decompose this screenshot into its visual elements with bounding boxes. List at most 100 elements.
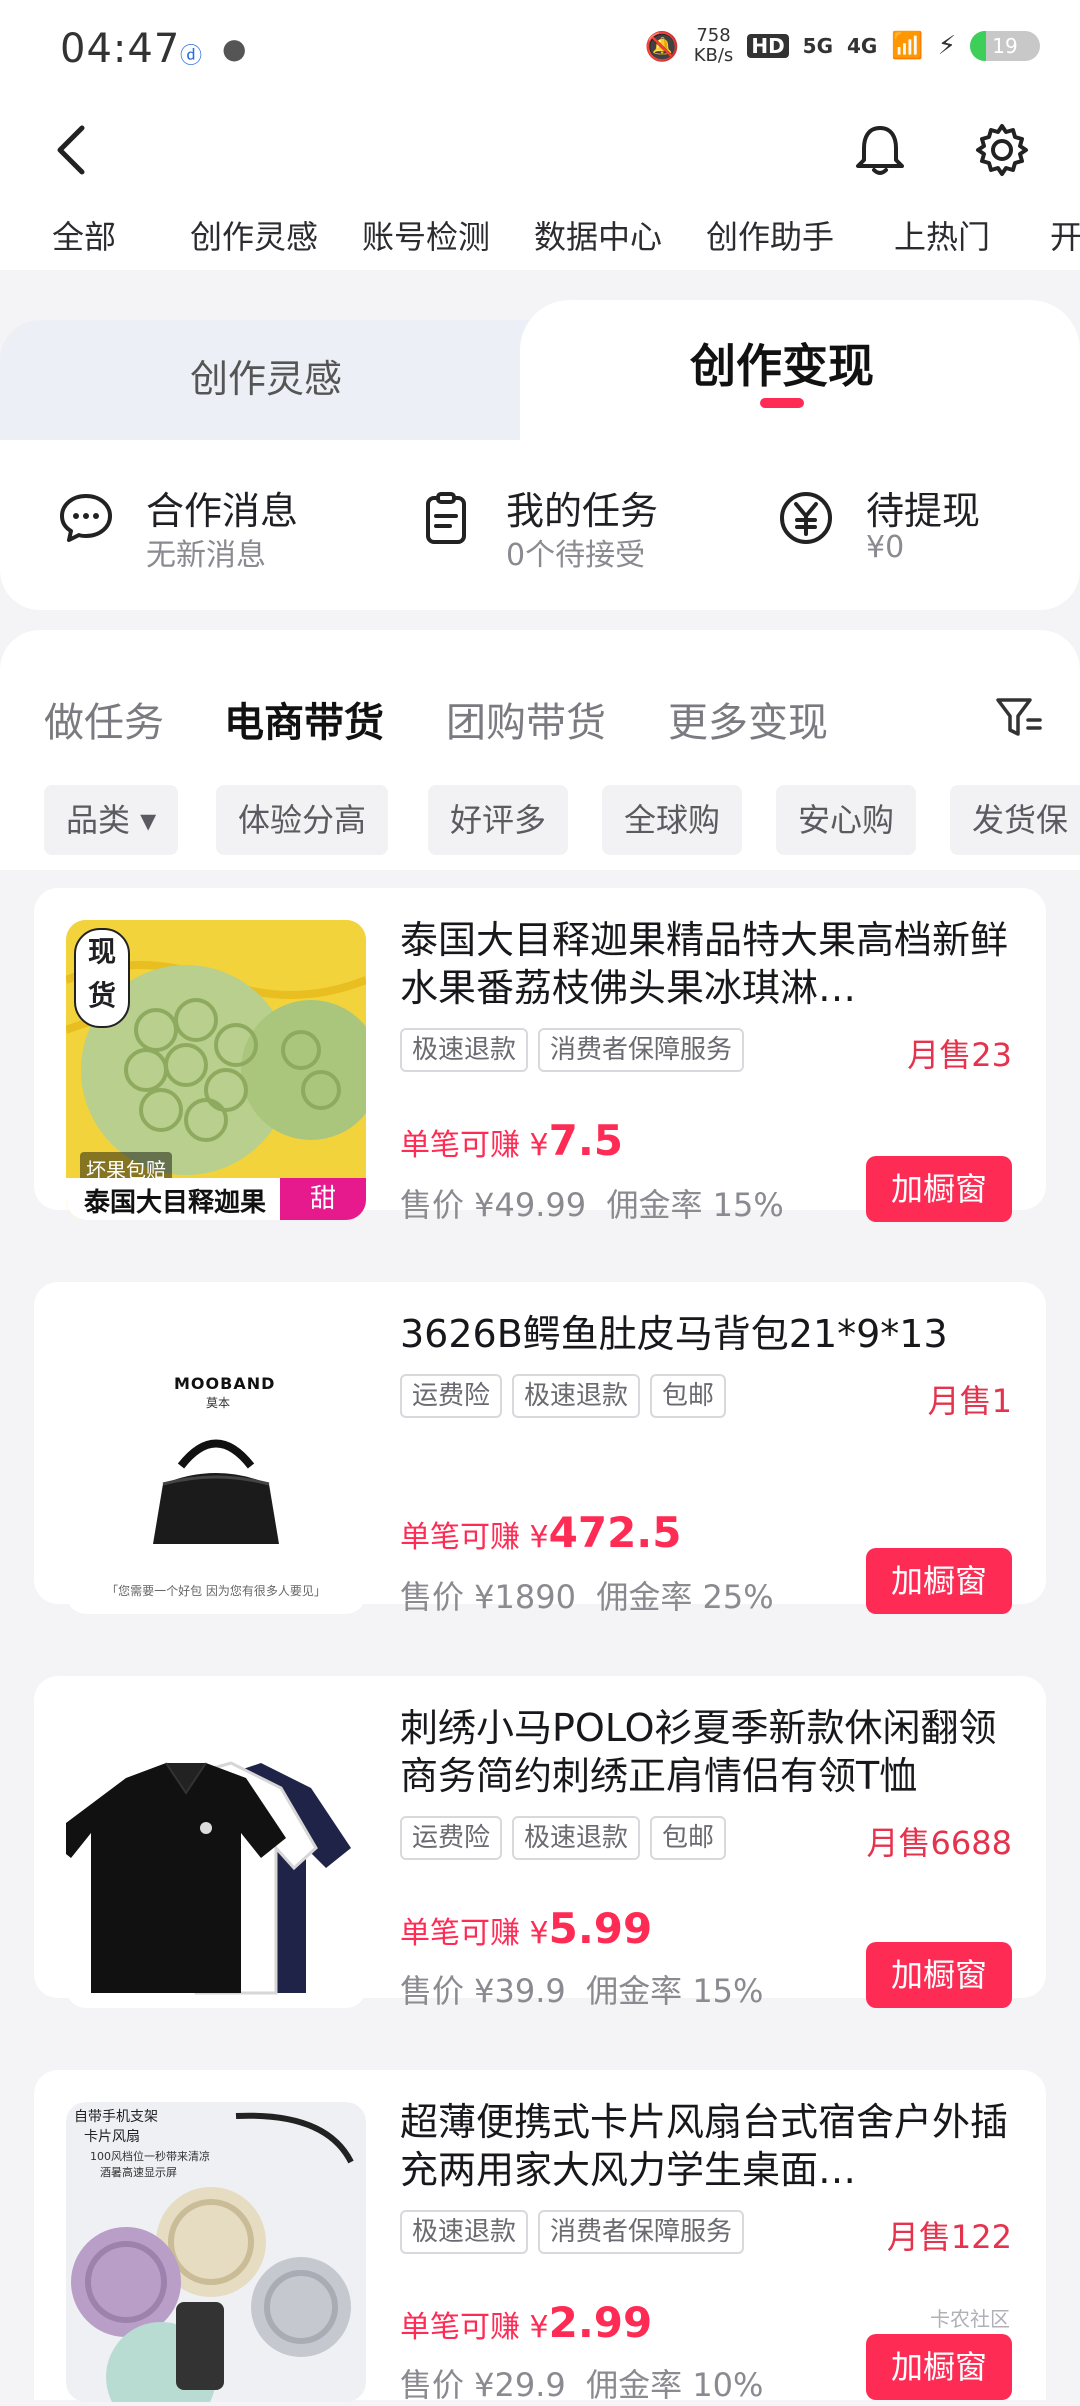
segment-active-indicator bbox=[760, 398, 804, 408]
summary-tasks-title: 我的任务 bbox=[506, 489, 659, 533]
summary-withdraw-subtitle: ¥0 bbox=[866, 530, 905, 565]
chip-shipping[interactable]: 发货保 bbox=[950, 785, 1080, 855]
battery-level: 19 bbox=[992, 34, 1018, 58]
top-nav: 全部 创作灵感 账号检测 数据中心 创作助手 上热门 开 bbox=[0, 200, 1080, 270]
status-right: 🔕 758 KB/s HD 5G 4G 📶 ⚡ 19 bbox=[645, 26, 1040, 66]
segment-switch: 创作灵感 创作变现 bbox=[0, 290, 1080, 440]
stock-badge-top: 现 bbox=[87, 935, 116, 968]
product-thumbnail[interactable]: MOOBAND 莫本 「您需要一个好包 因为您有很多人要见」 bbox=[66, 1314, 366, 1614]
product-card[interactable]: 自带手机支架 卡片风扇 100风档位一秒带来清凉 酒暑高速显示屏 超薄便携式卡片… bbox=[34, 2070, 1046, 2404]
product-tags: 运费险 极速退款 包邮 bbox=[400, 1816, 727, 1860]
card-fan-image bbox=[71, 2112, 354, 2402]
add-to-showcase-button[interactable]: 加橱窗 bbox=[866, 1548, 1012, 1614]
signal-5g-icon: 5G bbox=[802, 34, 834, 58]
product-tags: 运费险 极速退款 包邮 bbox=[400, 1374, 727, 1418]
summary-withdraw[interactable]: 待提现 ¥0 bbox=[776, 480, 1036, 570]
summary-tasks[interactable]: 我的任务 0个待接受 bbox=[416, 480, 716, 573]
top-nav-item-assistant[interactable]: 创作助手 bbox=[706, 212, 834, 258]
earn-label: 单笔可赚 ¥ bbox=[400, 1520, 549, 1555]
add-to-showcase-button[interactable]: 加橱窗 bbox=[866, 2334, 1012, 2400]
brand-name: MOOBAND bbox=[174, 1374, 276, 1393]
monthly-sales: 月售1 bbox=[927, 1382, 1012, 1420]
price-commission: 售价 ¥1890 佣金率 25% bbox=[400, 1572, 774, 1618]
earn-label: 单笔可赚 ¥ bbox=[400, 1916, 549, 1951]
earn-label: 单笔可赚 ¥ bbox=[400, 1128, 549, 1163]
network-speed-unit: KB/s bbox=[693, 45, 734, 66]
price-label: 售价 ¥39.9 bbox=[400, 1972, 566, 2010]
bell-icon bbox=[856, 126, 904, 175]
top-nav-item-data-center[interactable]: 数据中心 bbox=[534, 212, 662, 258]
battery-icon: 19 bbox=[970, 31, 1040, 61]
product-card[interactable]: MOOBAND 莫本 「您需要一个好包 因为您有很多人要见」 3626B鳄鱼肚皮… bbox=[34, 1282, 1046, 1616]
commission-label: 佣金率 15% bbox=[606, 1186, 784, 1224]
wifi-icon: 📶 bbox=[891, 31, 924, 61]
segment-inspiration-label: 创作灵感 bbox=[190, 357, 343, 401]
chip-high-experience[interactable]: 体验分高 bbox=[216, 785, 389, 855]
top-nav-item-account-check[interactable]: 账号检测 bbox=[362, 212, 490, 258]
product-title[interactable]: 3626B鳄鱼肚皮马背包21*9*13 bbox=[400, 1310, 1010, 1358]
earn-label: 单笔可赚 ¥ bbox=[400, 2310, 549, 2345]
stock-badge: 现 货 bbox=[74, 928, 130, 1028]
summary-cooperation-title: 合作消息 bbox=[146, 489, 299, 533]
tab-group-buy[interactable]: 团购带货 bbox=[446, 690, 606, 748]
product-tag: 运费险 bbox=[400, 1816, 503, 1860]
top-nav-item-more[interactable]: 开 bbox=[1050, 212, 1080, 258]
network-speed-value: 758 bbox=[696, 25, 731, 46]
settings-button[interactable] bbox=[970, 118, 1034, 182]
top-nav-item-all[interactable]: 全部 bbox=[52, 212, 116, 258]
chat-bubble-icon bbox=[60, 494, 112, 542]
product-card[interactable]: 刺绣小马POLO衫夏季新款休闲翻领商务简约刺绣正肩情侣有领T恤 运费险 极速退款… bbox=[34, 1676, 1046, 2010]
top-nav-item-inspiration[interactable]: 创作灵感 bbox=[190, 212, 318, 258]
product-tag: 包邮 bbox=[650, 1374, 727, 1418]
price-commission: 售价 ¥49.99 佣金率 15% bbox=[400, 1180, 784, 1226]
product-tag: 极速退款 bbox=[400, 1028, 529, 1072]
product-tag: 消费者保障服务 bbox=[538, 2210, 745, 2254]
product-thumbnail[interactable] bbox=[66, 1708, 366, 2008]
commission-label: 佣金率 10% bbox=[586, 2366, 764, 2404]
product-tag: 极速退款 bbox=[512, 1374, 641, 1418]
tab-tasks[interactable]: 做任务 bbox=[44, 690, 164, 748]
summary-panel: 合作消息 无新消息 我的任务 0个待接受 待提现 ¥0 bbox=[0, 440, 1080, 610]
back-button[interactable] bbox=[40, 118, 104, 182]
add-to-showcase-button[interactable]: 加橱窗 bbox=[866, 1156, 1012, 1222]
product-title[interactable]: 泰国大目释迦果精品特大果高档新鲜水果番荔枝佛头果冰琪淋… bbox=[400, 916, 1010, 1012]
tab-more-monetize[interactable]: 更多变现 bbox=[668, 690, 828, 748]
product-tags: 极速退款 消费者保障服务 bbox=[400, 2210, 745, 2254]
price-commission: 售价 ¥39.9 佣金率 15% bbox=[400, 1966, 763, 2012]
chip-category[interactable]: 品类 ▾ bbox=[44, 785, 179, 855]
top-nav-item-hot[interactable]: 上热门 bbox=[894, 212, 990, 258]
commission-label: 佣金率 25% bbox=[596, 1578, 774, 1616]
product-title[interactable]: 超薄便携式卡片风扇台式宿舍户外插充两用家大风力学生桌面… bbox=[400, 2098, 1010, 2194]
brand-sub: 莫本 bbox=[206, 1396, 231, 1410]
app-notification-icon: ⓓ bbox=[180, 44, 203, 69]
stock-badge-bottom: 货 bbox=[87, 979, 116, 1012]
thumb-caption-bar: 泰国大目释迦果 甜 bbox=[66, 1178, 366, 1220]
earn-per-order: 单笔可赚 ¥7.5 bbox=[400, 1116, 623, 1165]
summary-cooperation[interactable]: 合作消息 无新消息 bbox=[56, 480, 356, 573]
chip-global[interactable]: 全球购 bbox=[602, 785, 743, 855]
earn-value: 2.99 bbox=[548, 2298, 653, 2347]
monthly-sales: 月售23 bbox=[907, 1036, 1012, 1074]
product-thumbnail[interactable]: 现 货 坏果包赔 泰国大目释迦果 甜 bbox=[66, 920, 366, 1220]
add-to-showcase-button[interactable]: 加橱窗 bbox=[866, 1942, 1012, 2008]
mute-icon: 🔕 bbox=[644, 29, 680, 63]
message-notification-icon: ● bbox=[222, 32, 247, 65]
back-arrow-icon bbox=[57, 125, 85, 175]
commission-label: 佣金率 15% bbox=[586, 1972, 764, 2010]
notification-button[interactable] bbox=[848, 118, 912, 182]
price-label: 售价 ¥1890 bbox=[400, 1578, 576, 1616]
product-tag: 极速退款 bbox=[400, 2210, 529, 2254]
summary-tasks-subtitle: 0个待接受 bbox=[506, 538, 646, 573]
earn-per-order: 单笔可赚 ¥472.5 bbox=[400, 1508, 681, 1557]
filter-icon[interactable] bbox=[992, 690, 1046, 744]
product-card[interactable]: 现 货 坏果包赔 泰国大目释迦果 甜 泰国大目释迦果精品特大果高档新鲜水果番荔枝… bbox=[34, 888, 1046, 1224]
tab-ecommerce[interactable]: 电商带货 bbox=[224, 690, 384, 748]
chip-assured[interactable]: 安心购 bbox=[776, 785, 917, 855]
brand-slogan: 「您需要一个好包 因为您有很多人要见」 bbox=[106, 1584, 326, 1598]
chip-good-reviews[interactable]: 好评多 bbox=[428, 785, 569, 855]
product-thumbnail[interactable]: 自带手机支架 卡片风扇 100风档位一秒带来清凉 酒暑高速显示屏 bbox=[66, 2102, 366, 2402]
polo-shirts-image bbox=[66, 1761, 351, 1995]
thumb-caption: 泰国大目释迦果 bbox=[84, 1188, 267, 1218]
product-title[interactable]: 刺绣小马POLO衫夏季新款休闲翻领商务简约刺绣正肩情侣有领T恤 bbox=[400, 1704, 1010, 1800]
hd-badge: HD bbox=[747, 34, 789, 58]
